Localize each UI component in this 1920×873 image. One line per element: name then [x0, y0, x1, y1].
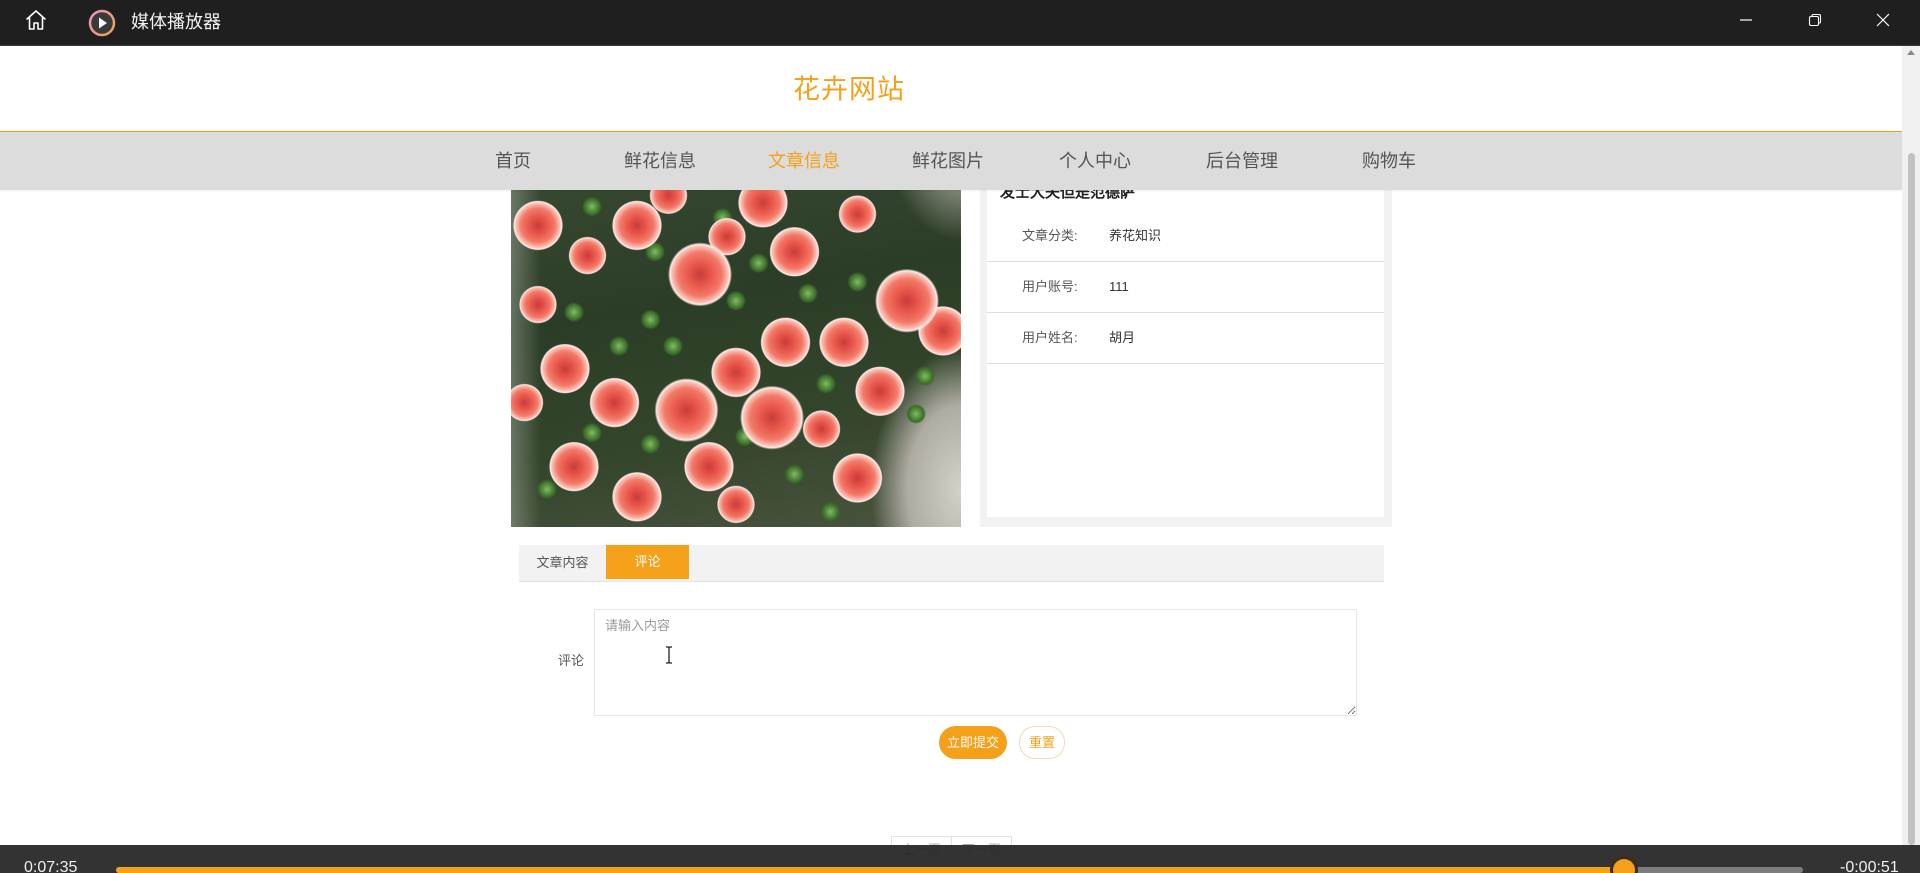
nav-item-flower-info[interactable]: 鲜花信息: [624, 132, 696, 190]
minimize-icon: [1739, 13, 1753, 32]
flower-photo-icon: [511, 150, 961, 527]
article-fields: 文章分类: 养花知识 用户账号: 111 用户姓名: 胡月: [987, 211, 1384, 364]
page-scrollbar[interactable]: [1902, 46, 1920, 845]
submit-button[interactable]: 立即提交: [939, 726, 1007, 759]
detail-tabs: 文章内容 评论: [519, 545, 1384, 582]
field-value: 111: [1109, 279, 1129, 294]
nav-item-home[interactable]: 首页: [495, 132, 531, 190]
restore-button[interactable]: [1795, 0, 1835, 45]
nav-item-profile[interactable]: 个人中心: [1059, 132, 1131, 190]
scroll-thumb[interactable]: [1908, 153, 1915, 845]
text-cursor-icon: [664, 646, 674, 664]
main-nav: 首页 鲜花信息 文章信息 鲜花图片 个人中心 后台管理 购物车: [0, 132, 1902, 190]
home-icon: [24, 8, 48, 37]
reset-button[interactable]: 重置: [1019, 726, 1065, 759]
close-button[interactable]: [1863, 0, 1903, 45]
field-value: 养花知识: [1109, 228, 1162, 243]
elapsed-time: 0:07:35: [24, 859, 78, 873]
progress-fill: [116, 867, 1625, 873]
media-player-icon: [86, 0, 118, 45]
field-label: 用户账号:: [1022, 279, 1078, 294]
field-row-account: 用户账号: 111: [987, 262, 1384, 313]
field-label: 文章分类:: [1022, 228, 1078, 243]
close-icon: [1876, 13, 1890, 32]
progress-thumb[interactable]: [1613, 859, 1636, 873]
comment-label: 评论: [557, 653, 584, 668]
nav-item-articles[interactable]: 文章信息: [768, 132, 840, 190]
nav-item-cart[interactable]: 购物车: [1362, 132, 1416, 190]
restore-icon: [1808, 13, 1822, 32]
tab-article-content[interactable]: 文章内容: [519, 545, 606, 581]
scroll-up-icon[interactable]: [1907, 50, 1915, 55]
remaining-time: -0:00:51: [1840, 859, 1899, 873]
minimize-button[interactable]: [1726, 0, 1766, 45]
player-control-bar: 0:07:35 -0:00:51: [0, 845, 1920, 873]
nav-item-admin[interactable]: 后台管理: [1206, 132, 1278, 190]
window-title: 媒体播放器: [131, 12, 221, 32]
nav-item-flower-photos[interactable]: 鲜花图片: [912, 132, 984, 190]
window-title-bar: 媒体播放器: [0, 0, 1920, 46]
article-info-panel: 发士大夫但是范德萨 文章分类: 养花知识 用户账号: 111 用户姓名: 胡月: [980, 150, 1392, 527]
article-info-card: 发士大夫但是范德萨 文章分类: 养花知识 用户账号: 111 用户姓名: 胡月: [987, 150, 1384, 517]
tab-comments[interactable]: 评论: [606, 545, 689, 579]
progress-track[interactable]: [116, 859, 1803, 873]
site-title[interactable]: 花卉网站: [793, 68, 905, 107]
comment-input[interactable]: [594, 609, 1357, 716]
home-button[interactable]: [18, 0, 54, 45]
field-value: 胡月: [1109, 330, 1136, 345]
field-row-category: 文章分类: 养花知识: [987, 211, 1384, 262]
site-header: 花卉网站: [0, 46, 1902, 132]
field-row-username: 用户姓名: 胡月: [987, 313, 1384, 364]
field-label: 用户姓名:: [1022, 330, 1078, 345]
